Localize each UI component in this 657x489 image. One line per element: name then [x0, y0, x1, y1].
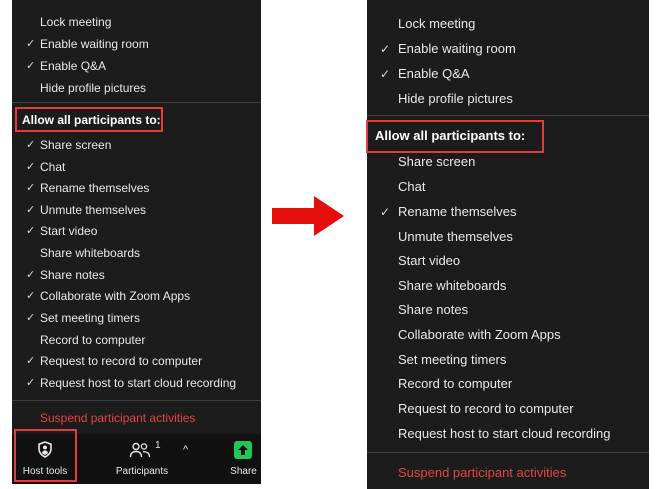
share-button[interactable]: Share	[226, 434, 261, 484]
checkmark-icon: ✓	[26, 60, 36, 72]
checkmark-icon: ✓	[26, 38, 36, 50]
checkmark-icon: ✓	[26, 290, 36, 302]
chevron-up-icon: ^	[183, 444, 189, 456]
menu-divider	[12, 400, 261, 401]
checkmark-icon: ✓	[26, 377, 36, 389]
checkmark-icon: ✓	[26, 312, 36, 324]
menu-divider	[12, 102, 261, 103]
checkmark-icon: ✓	[26, 269, 36, 281]
checkmark-icon: ✓	[380, 205, 391, 219]
checkmark-icon: ✓	[26, 204, 36, 216]
meeting-toolbar: Host tools 1 Participants ^ Share	[12, 429, 261, 484]
host-tools-menu-before: Lock meeting ✓ Enable waiting room ✓ Ena…	[12, 0, 261, 484]
checkmark-icon: ✓	[380, 42, 391, 56]
right-arrow-icon	[272, 196, 344, 236]
checkmark-icon: ✓	[380, 67, 391, 81]
participants-count: 1	[155, 440, 161, 451]
participants-button[interactable]: 1 Participants	[107, 434, 177, 484]
menu-divider	[367, 115, 649, 116]
participants-label: Participants	[115, 466, 169, 477]
participants-options-caret[interactable]: ^	[180, 434, 196, 484]
menu-divider	[367, 452, 649, 453]
checkmark-icon: ✓	[26, 182, 36, 194]
host-tools-menu-after: Lock meeting ✓ Enable waiting room ✓ Ena…	[366, 0, 649, 489]
share-label: Share	[230, 466, 257, 477]
participants-icon	[129, 442, 151, 458]
checkmark-icon: ✓	[26, 139, 36, 151]
checkmark-icon: ✓	[26, 161, 36, 173]
checkmark-icon: ✓	[26, 355, 36, 367]
highlight-box	[14, 429, 77, 482]
share-arrow-icon	[234, 441, 252, 459]
checkmark-icon: ✓	[26, 225, 36, 237]
